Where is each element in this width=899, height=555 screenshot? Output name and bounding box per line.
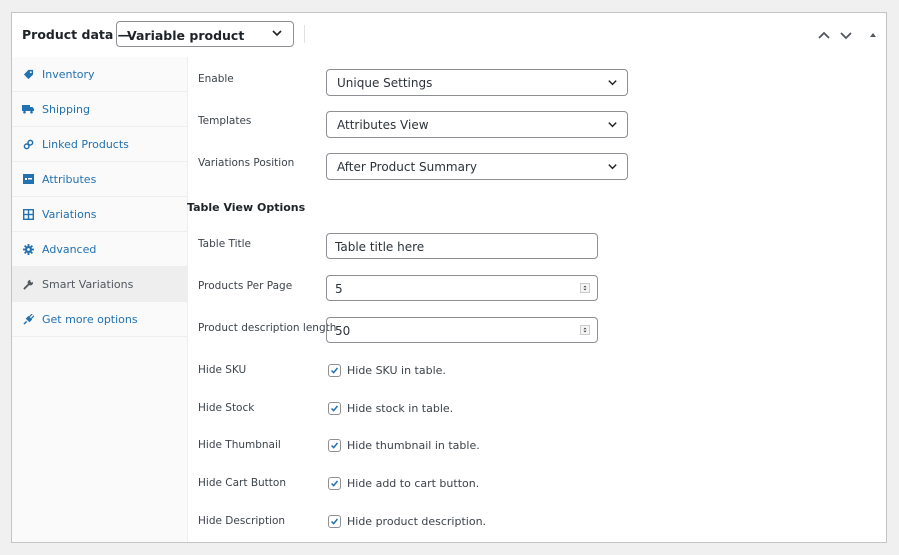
templates-label: Templates <box>198 115 252 127</box>
variations-position-value: After Product Summary <box>337 160 477 174</box>
section-title: Table View Options <box>187 201 306 214</box>
variations-position-select[interactable]: After Product Summary <box>326 153 628 180</box>
table-title-input[interactable]: Table title here <box>326 233 598 259</box>
hide-stock-checkbox[interactable] <box>328 402 341 415</box>
products-per-page-input[interactable]: 5 <box>326 275 598 301</box>
hide-cart-button-text: Hide add to cart button. <box>347 477 480 490</box>
enable-label: Enable <box>198 73 234 85</box>
tab-label: Shipping <box>42 102 90 116</box>
tab-label: Smart Variations <box>42 277 134 291</box>
hide-thumbnail-checkbox[interactable] <box>328 439 341 452</box>
hide-thumbnail-text: Hide thumbnail in table. <box>347 439 480 452</box>
tab-smart-variations[interactable]: Smart Variations <box>12 267 187 302</box>
tab-label: Linked Products <box>42 137 129 151</box>
hide-cart-button-label: Hide Cart Button <box>198 477 286 489</box>
tab-label: Inventory <box>42 67 95 81</box>
description-length-input[interactable]: 50 <box>326 317 598 343</box>
product-data-panel: Product data — Variable product Inventor… <box>11 12 887 543</box>
tab-advanced[interactable]: Advanced <box>12 232 187 267</box>
hide-stock-label: Hide Stock <box>198 402 255 414</box>
header-divider <box>304 25 305 43</box>
hide-description-text: Hide product description. <box>347 515 487 528</box>
chevron-down-icon <box>608 164 617 170</box>
tab-attributes[interactable]: Attributes <box>12 162 187 197</box>
collapse-toggle-icon[interactable] <box>865 27 881 43</box>
table-title-value: Table title here <box>335 240 425 254</box>
smart-variations-settings: Enable Unique Settings Templates Attribu… <box>187 57 886 542</box>
list-icon <box>22 173 34 185</box>
hide-sku-label: Hide SKU <box>198 364 247 376</box>
wrench-icon <box>22 278 34 290</box>
chevron-down-icon <box>608 80 617 86</box>
truck-icon <box>22 103 34 115</box>
move-down-icon[interactable] <box>838 27 854 43</box>
product-type-select[interactable]: Variable product <box>116 21 294 47</box>
spinner-icon[interactable] <box>580 283 590 293</box>
hide-cart-button-checkbox[interactable] <box>328 477 341 490</box>
hide-thumbnail-label: Hide Thumbnail <box>198 439 281 451</box>
product-data-tabs: Inventory Shipping Linked Products Attri… <box>12 57 188 542</box>
tab-inventory[interactable]: Inventory <box>12 57 187 92</box>
templates-select[interactable]: Attributes View <box>326 111 628 138</box>
panel-title: Product data — <box>22 27 131 42</box>
products-per-page-label: Products Per Page <box>198 280 293 292</box>
enable-select[interactable]: Unique Settings <box>326 69 628 96</box>
hide-sku-checkbox[interactable] <box>328 364 341 377</box>
variations-position-label: Variations Position <box>198 157 295 169</box>
gear-icon <box>22 243 34 255</box>
tab-label: Attributes <box>42 172 97 186</box>
tab-linked-products[interactable]: Linked Products <box>12 127 187 162</box>
tab-label: Get more options <box>42 312 138 326</box>
grid-icon <box>22 208 34 220</box>
link-icon <box>22 138 34 150</box>
hide-description-checkbox[interactable] <box>328 515 341 528</box>
panel-header: Product data — Variable product <box>12 13 886 58</box>
plugin-icon <box>22 313 34 325</box>
hide-sku-text: Hide SKU in table. <box>347 364 446 377</box>
product-type-value: Variable product <box>127 28 245 43</box>
description-length-label: Product description length <box>198 322 337 334</box>
description-length-value: 50 <box>335 324 351 338</box>
table-title-label: Table Title <box>198 238 251 250</box>
enable-select-value: Unique Settings <box>337 76 433 90</box>
tab-label: Variations <box>42 207 97 221</box>
hide-stock-text: Hide stock in table. <box>347 402 454 415</box>
tab-shipping[interactable]: Shipping <box>12 92 187 127</box>
products-per-page-value: 5 <box>335 282 343 296</box>
tab-get-more-options[interactable]: Get more options <box>12 302 187 337</box>
spinner-icon[interactable] <box>580 325 590 335</box>
tag-icon <box>22 68 34 80</box>
tab-label: Advanced <box>42 242 97 256</box>
tab-variations[interactable]: Variations <box>12 197 187 232</box>
chevron-down-icon <box>608 122 617 128</box>
hide-description-label: Hide Description <box>198 515 286 527</box>
move-up-icon[interactable] <box>816 27 832 43</box>
chevron-down-icon <box>272 30 282 37</box>
templates-select-value: Attributes View <box>337 118 429 132</box>
